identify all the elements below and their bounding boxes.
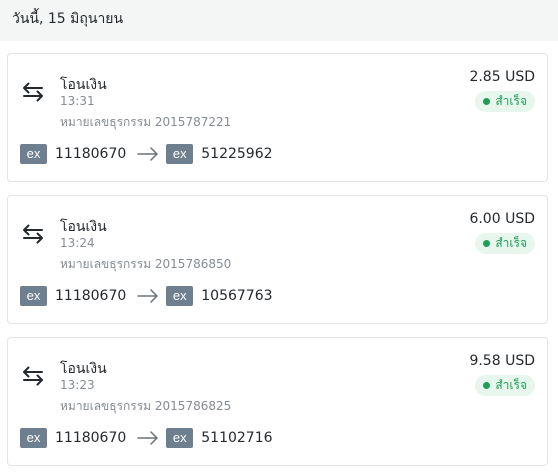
to-account-badge: ex: [166, 286, 194, 306]
to-account-badge: ex: [166, 144, 194, 164]
swap-arrows-icon: [23, 82, 43, 102]
transaction-id: หมายเลขธุรกรรม 2015787221: [60, 115, 232, 129]
status-dot-icon: [483, 98, 491, 105]
status-dot-icon: [483, 240, 491, 247]
from-account-badge: ex: [20, 144, 47, 164]
status-badge: สำเร็จ: [475, 91, 535, 112]
to-account-badge: ex: [166, 428, 194, 448]
arrow-right-icon: [137, 289, 159, 303]
transaction-title: โอนเงิน: [60, 361, 107, 377]
transaction-time: 13:31: [60, 94, 95, 108]
from-account-badge: ex: [20, 286, 47, 306]
transfer-route: ex 11180670 ex 51102716: [20, 428, 273, 448]
to-account: 51225962: [201, 146, 273, 162]
from-account: 11180670: [55, 288, 127, 304]
transaction-time: 13:23: [60, 378, 95, 392]
status-label: สำเร็จ: [495, 378, 527, 392]
arrow-right-icon: [137, 431, 159, 445]
from-account: 11180670: [55, 430, 127, 446]
transaction-amount: 2.85 USD: [469, 69, 535, 85]
transaction-card[interactable]: โอนเงิน 13:23 หมายเลขธุรกรรม 2015786825 …: [7, 337, 548, 466]
status-badge: สำเร็จ: [475, 233, 535, 254]
transaction-amount: 6.00 USD: [469, 211, 535, 227]
from-account-badge: ex: [20, 428, 47, 448]
swap-arrows-icon: [23, 224, 43, 244]
status-label: สำเร็จ: [495, 94, 527, 108]
swap-arrows-icon: [23, 366, 43, 386]
transaction-amount: 9.58 USD: [469, 353, 535, 369]
transaction-card[interactable]: โอนเงิน 13:24 หมายเลขธุรกรรม 2015786850 …: [7, 195, 548, 324]
transaction-card[interactable]: โอนเงิน 13:31 หมายเลขธุรกรรม 2015787221 …: [7, 53, 548, 182]
transaction-id: หมายเลขธุรกรรม 2015786850: [60, 257, 232, 271]
to-account: 51102716: [201, 430, 273, 446]
transaction-time: 13:24: [60, 236, 95, 250]
status-dot-icon: [483, 382, 491, 389]
arrow-right-icon: [137, 147, 159, 161]
transfer-route: ex 11180670 ex 51225962: [20, 144, 273, 164]
date-header: วันนี้, 15 มิถุนายน: [0, 0, 558, 41]
transaction-title: โอนเงิน: [60, 77, 107, 93]
from-account: 11180670: [55, 146, 127, 162]
status-badge: สำเร็จ: [475, 375, 535, 396]
transfer-route: ex 11180670 ex 10567763: [20, 286, 273, 306]
transaction-title: โอนเงิน: [60, 219, 107, 235]
transaction-id: หมายเลขธุรกรรม 2015786825: [60, 399, 232, 413]
to-account: 10567763: [201, 288, 273, 304]
status-label: สำเร็จ: [495, 236, 527, 250]
